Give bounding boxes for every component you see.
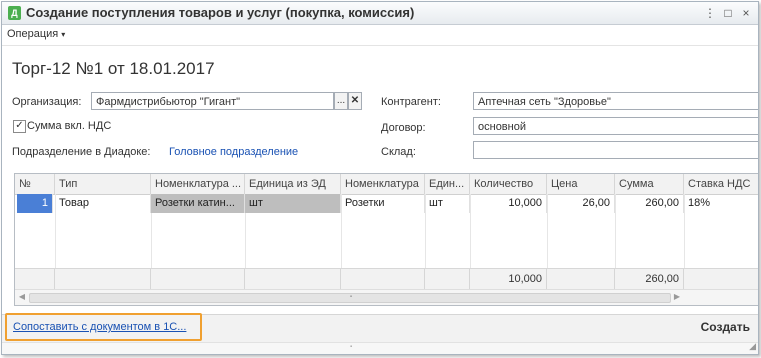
price-cell[interactable]: 26,00	[547, 194, 615, 213]
column-header-price[interactable]: Цена	[547, 174, 615, 194]
title-bar: Д Создание поступления товаров и услуг (…	[2, 2, 758, 25]
document-icon: Д	[8, 6, 21, 20]
compare-with-1c-link[interactable]: Сопоставить с документом в 1С...	[13, 321, 186, 333]
warehouse-field[interactable]	[473, 141, 758, 159]
page-title: Торг-12 №1 от 18.01.2017	[12, 59, 215, 78]
table-row[interactable]: 1 Товар Розетки катин... шт Розетки шт 1…	[15, 194, 758, 213]
column-header-number[interactable]: №	[15, 174, 55, 194]
contract-label: Договор:	[381, 122, 426, 134]
table-horizontal-scrollbar[interactable]: ◀ ▪ ▶	[15, 289, 758, 305]
column-header-vat-rate[interactable]: Ставка НДС	[684, 174, 758, 194]
totals-cell	[55, 269, 151, 289]
table-header: № Тип Номенклатура ... Единица из ЭД Ном…	[15, 174, 758, 195]
create-button[interactable]: Создать	[701, 320, 750, 334]
diadoc-department-link[interactable]: Головное подразделение	[169, 146, 298, 158]
column-header-nomenclature-ed[interactable]: Номенклатура ...	[151, 174, 245, 194]
window-title: Создание поступления товаров и услуг (по…	[26, 5, 415, 20]
warehouse-label: Склад:	[381, 146, 416, 158]
nomenclature-ed-cell[interactable]: Розетки катин...	[151, 194, 245, 213]
quantity-cell[interactable]: 10,000	[470, 194, 547, 213]
unit-cell[interactable]: шт	[425, 194, 470, 213]
organization-select-button[interactable]: ...	[334, 92, 348, 110]
maximize-icon[interactable]: □	[720, 5, 736, 21]
unit-ed-cell[interactable]: шт	[245, 194, 341, 213]
column-header-unit[interactable]: Един...	[425, 174, 470, 194]
contractor-label: Контрагент:	[381, 96, 441, 108]
scroll-right-icon[interactable]: ▶	[671, 291, 683, 303]
totals-cell	[425, 269, 470, 289]
vat-rate-cell[interactable]: 18%	[684, 194, 758, 213]
organization-label: Организация:	[12, 96, 82, 108]
totals-cell	[245, 269, 341, 289]
column-header-quantity[interactable]: Количество	[470, 174, 547, 194]
diadoc-department-label: Подразделение в Диадоке:	[12, 146, 151, 158]
document-window: Д Создание поступления товаров и услуг (…	[1, 1, 759, 355]
operation-menu[interactable]: Операция ▾	[7, 28, 65, 40]
type-cell[interactable]: Товар	[55, 194, 151, 213]
contractor-field[interactable]: Аптечная сеть "Здоровье"	[473, 92, 758, 110]
operation-menu-label: Операция	[7, 28, 59, 40]
organization-field[interactable]: Фармдистрибьютор "Гигант"	[91, 92, 334, 110]
totals-cell	[341, 269, 425, 289]
column-header-type[interactable]: Тип	[55, 174, 151, 194]
menu-divider	[2, 45, 758, 46]
window-horizontal-scrollbar[interactable]: ▪	[2, 342, 758, 354]
totals-cell	[547, 269, 615, 289]
scroll-left-icon[interactable]: ◀	[16, 291, 28, 303]
row-number-cell[interactable]: 1	[17, 194, 53, 213]
more-menu-icon[interactable]: ⋮	[702, 5, 718, 21]
table-totals-row: 10,000 260,00	[15, 268, 758, 289]
totals-cell	[15, 269, 55, 289]
column-header-unit-ed[interactable]: Единица из ЭД	[245, 174, 341, 194]
totals-cell	[151, 269, 245, 289]
goods-table: № Тип Номенклатура ... Единица из ЭД Ном…	[14, 173, 758, 306]
chevron-down-icon: ▾	[61, 30, 66, 39]
vat-included-label: Сумма вкл. НДС	[27, 120, 112, 132]
column-header-sum[interactable]: Сумма	[615, 174, 684, 194]
contract-field[interactable]: основной	[473, 117, 758, 135]
column-header-nomenclature[interactable]: Номенклатура	[341, 174, 425, 194]
sum-total: 260,00	[615, 269, 684, 289]
totals-cell	[684, 269, 758, 289]
close-icon[interactable]: ×	[738, 5, 754, 21]
sum-cell[interactable]: 260,00	[615, 194, 684, 213]
resize-grip-icon[interactable]: ◢	[749, 341, 756, 352]
nomenclature-cell[interactable]: Розетки	[341, 194, 425, 213]
scrollbar-grip-icon: ▪	[349, 294, 353, 300]
organization-clear-button[interactable]: ✕	[348, 92, 362, 110]
quantity-total: 10,000	[470, 269, 547, 289]
vat-included-checkbox[interactable]: ✓	[13, 120, 26, 133]
scrollbar-grip-icon: ▪	[350, 344, 353, 350]
